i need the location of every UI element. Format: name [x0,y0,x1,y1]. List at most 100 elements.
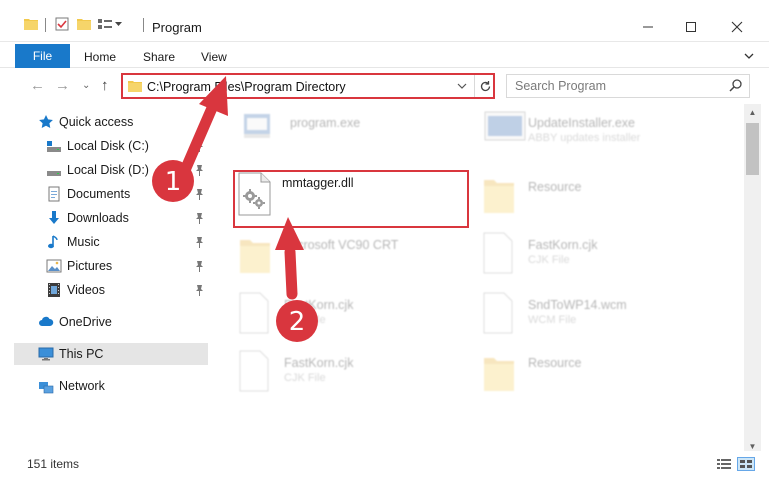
generic-file-icon [238,350,270,395]
file-list: program.exe UpdateInstaller.exe ABBY upd… [212,104,744,447]
file-name: Microsoft VC90 CRT [284,238,399,252]
sidebar-item-onedrive[interactable]: OneDrive [14,311,208,333]
file-name: SndToWP14.wcm [528,298,627,312]
file-name: Resource [528,180,582,194]
search-placeholder: Search Program [515,79,607,93]
cloud-icon [38,314,54,330]
file-name: Resource [528,356,582,370]
title-separator [45,18,46,32]
sidebar-item-downloads[interactable]: Downloads [14,207,208,229]
status-bar: 151 items [0,451,769,475]
drive-icon [46,162,62,178]
generic-file-icon [482,292,514,337]
address-bar[interactable]: C:\Program Files\Program Directory [121,73,495,99]
file-name: FastKorn.cjk [528,238,598,252]
pin-icon[interactable] [195,236,204,248]
address-row: ← → ⌄ ↑ C:\Program Files\Program Directo… [0,70,769,102]
close-icon[interactable] [723,14,751,40]
folder-icon [24,17,38,30]
title-separator [143,18,144,32]
pin-icon[interactable] [195,212,204,224]
star-icon [38,114,54,130]
sidebar-item-local-disk-d[interactable]: Local Disk (D:) [14,159,208,181]
pin-icon[interactable] [195,140,204,152]
large-icons-view-icon[interactable] [737,457,755,471]
window-title: Program [152,20,202,35]
pin-icon[interactable] [195,284,204,296]
pin-icon[interactable] [195,260,204,272]
back-arrow-icon[interactable]: ← [30,77,45,94]
minimize-icon[interactable] [634,14,662,40]
sidebar-item-quick-access[interactable]: Quick access [14,111,208,133]
music-icon [46,234,62,250]
file-name: FastKorn.cjk [284,298,354,312]
sidebar-item-label: Documents [67,187,131,201]
sidebar-item-label: Music [67,235,100,249]
address-path[interactable]: C:\Program Files\Program Directory [147,80,346,94]
folder-icon [128,80,142,95]
new-folder-icon[interactable] [77,17,91,30]
search-icon[interactable] [729,78,743,95]
videos-icon [46,282,62,298]
tab-share[interactable]: Share [143,50,175,64]
download-icon [46,210,62,226]
sidebar-item-label: Downloads [67,211,129,225]
exe-file-icon [242,110,274,145]
recent-locations-icon[interactable]: ⌄ [82,80,90,91]
search-input[interactable]: Search Program [506,74,750,98]
exe-file-icon [484,110,526,147]
pin-icon[interactable] [195,188,204,200]
sidebar-item-pictures[interactable]: Pictures [14,255,208,277]
maximize-icon[interactable] [677,14,705,40]
generic-file-icon [238,292,270,337]
sidebar-item-label: OneDrive [59,315,112,329]
sidebar-item-label: This PC [59,347,104,361]
scrollbar-thumb[interactable] [746,123,759,175]
pictures-icon [46,258,62,274]
details-view-icon[interactable] [715,457,733,471]
sidebar-item-videos[interactable]: Videos [14,279,208,301]
highlight-box [233,170,469,228]
sidebar-item-this-pc[interactable]: This PC [14,343,208,365]
properties-icon[interactable] [55,17,69,31]
file-name: FastKorn.cjk [284,356,354,370]
computer-icon [38,346,54,362]
generic-file-icon [482,232,514,277]
file-name: UpdateInstaller.exe [528,116,636,130]
sidebar-item-label: Pictures [67,259,113,273]
sidebar-item-local-disk-c[interactable]: Local Disk (C:) [14,135,208,157]
scroll-up-icon[interactable]: ▲ [744,104,761,121]
forward-arrow-icon[interactable]: → [55,77,70,94]
folder-icon [238,234,272,277]
chevron-down-icon[interactable] [457,79,467,96]
file-name: program.exe [290,116,361,130]
folder-icon [482,352,516,395]
sidebar-item-label: Local Disk (C:) [67,139,149,153]
folder-icon [482,174,516,217]
item-count: 151 items [27,457,80,471]
drive-icon [46,138,62,154]
tab-file[interactable]: File [15,44,70,68]
file-description: ABBY updates installer [528,132,641,144]
vertical-scrollbar[interactable]: ▲ ▼ [744,104,761,455]
sidebar-item-music[interactable]: Music [14,231,208,253]
file-description: CJK File [284,372,326,384]
tab-view[interactable]: View [201,50,227,64]
customize-quick-access-icon[interactable] [97,17,123,31]
sidebar-item-documents[interactable]: Documents [14,183,208,205]
navigation-pane: Quick access Local Disk (C:) Local Disk … [0,104,208,447]
documents-icon [46,186,62,202]
title-bar: Program [0,0,769,42]
tab-home[interactable]: Home [84,50,116,64]
file-description: CJK File [284,314,326,326]
sidebar-item-label: Local Disk (D:) [67,163,149,177]
up-arrow-icon[interactable]: ↑ [101,77,109,94]
chevron-down-icon[interactable] [742,49,756,63]
file-description: WCM File [528,314,577,326]
network-icon [38,378,54,394]
sidebar-item-label: Quick access [59,115,134,129]
pin-icon[interactable] [195,164,204,176]
refresh-icon[interactable] [474,75,495,97]
sidebar-item-network[interactable]: Network [14,375,208,397]
file-description: CJK File [528,254,570,266]
